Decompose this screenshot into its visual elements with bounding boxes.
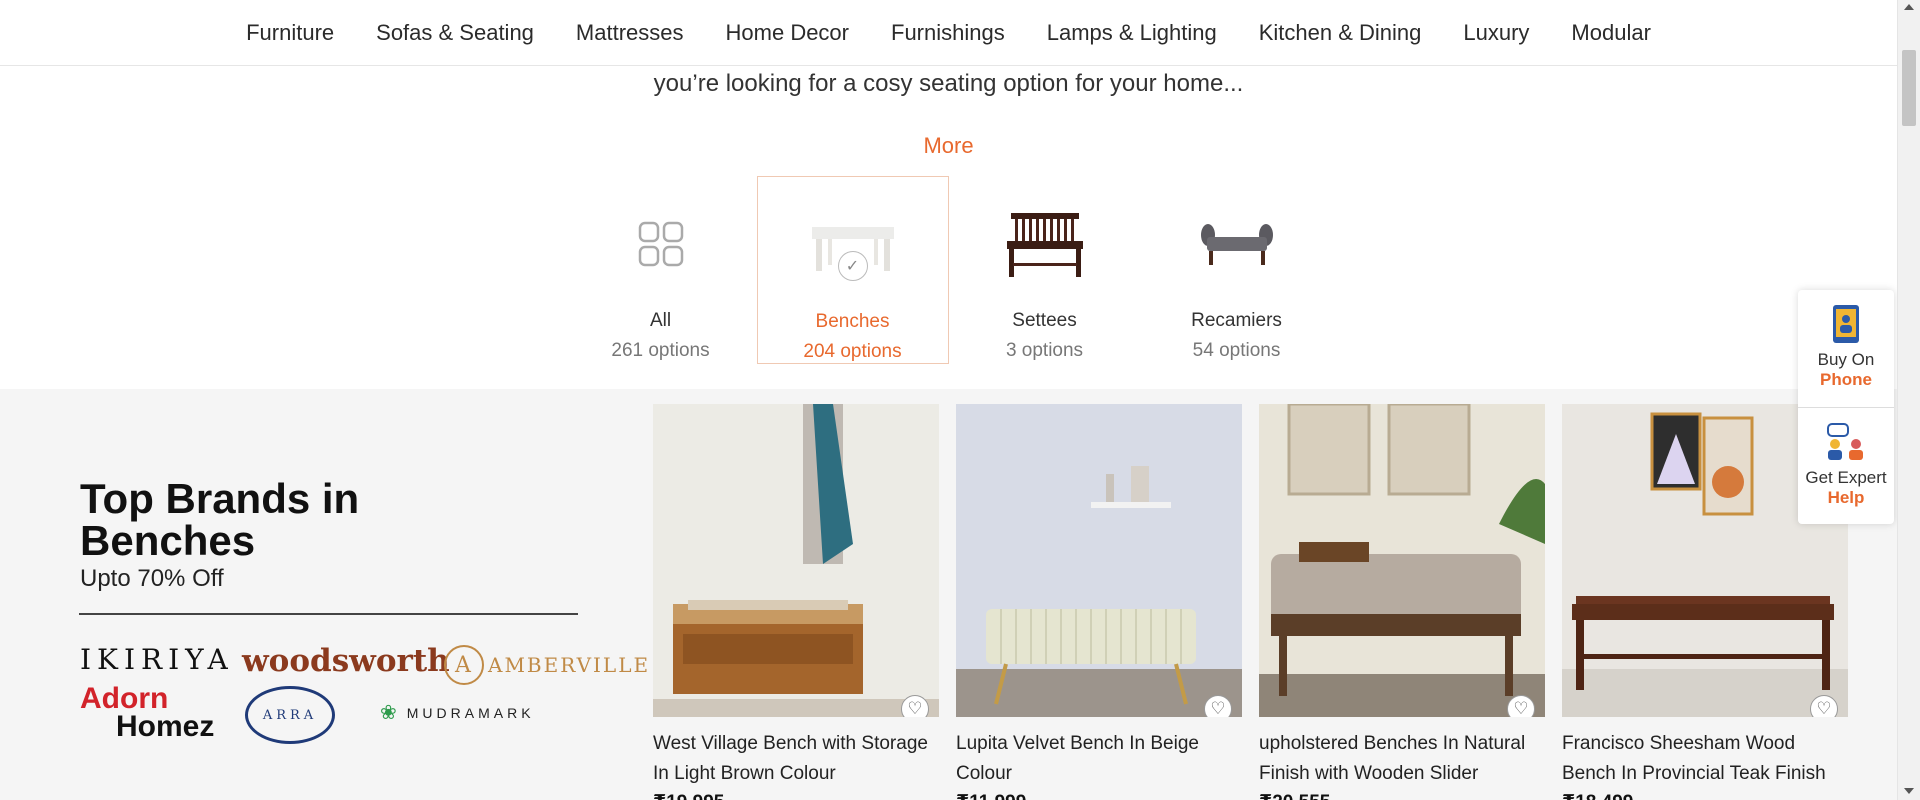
nav-item-home-decor[interactable]: Home Decor bbox=[705, 20, 870, 46]
subcategory-count: 3 options bbox=[1005, 340, 1084, 361]
wishlist-heart-icon[interactable]: ♡ bbox=[1810, 695, 1838, 717]
scroll-up-arrow-icon[interactable] bbox=[1904, 4, 1914, 10]
product-card[interactable]: ♡ West Village Bench with Storage In Lig… bbox=[653, 404, 939, 800]
brand-logo-text: Homez bbox=[116, 710, 215, 743]
selected-check-icon: ✓ bbox=[837, 251, 868, 281]
help-panel: Buy On Phone Get Expert Help bbox=[1798, 290, 1894, 524]
brand-logo-ikiriya[interactable]: IKIRIYA bbox=[80, 643, 234, 676]
subcategory-label: Benches bbox=[815, 311, 890, 332]
nav-item-mattresses[interactable]: Mattresses bbox=[555, 20, 705, 46]
nav-item-lamps-lighting[interactable]: Lamps & Lighting bbox=[1026, 20, 1238, 46]
lotus-icon: ❀ bbox=[380, 702, 401, 724]
wishlist-heart-icon[interactable]: ♡ bbox=[901, 695, 929, 717]
subcategory-all[interactable]: All 261 options bbox=[565, 176, 757, 364]
nav-item-luxury[interactable]: Luxury bbox=[1442, 20, 1550, 46]
more-link[interactable]: More bbox=[0, 133, 1897, 159]
scroll-down-arrow-icon[interactable] bbox=[1904, 788, 1914, 794]
settee-icon bbox=[995, 204, 1095, 284]
get-expert-help-button[interactable]: Get Expert Help bbox=[1798, 407, 1894, 524]
subcategory-filter: All 261 options ✓ Benches 204 options Se… bbox=[0, 176, 1897, 364]
product-title[interactable]: Lupita Velvet Bench In Beige Colour bbox=[956, 729, 1242, 789]
product-image[interactable]: ♡ bbox=[956, 404, 1242, 717]
page-scrollbar[interactable] bbox=[1897, 0, 1920, 800]
brands-subheading: Upto 70% Off bbox=[80, 565, 224, 592]
product-title[interactable]: upholstered Benches In Natural Finish wi… bbox=[1259, 729, 1545, 789]
subcategory-label: All bbox=[649, 310, 672, 331]
brand-logo-text: Adorn bbox=[80, 682, 169, 715]
subcategory-count: 204 options bbox=[803, 341, 902, 362]
category-description: you’re looking for a cosy seating option… bbox=[653, 70, 1244, 97]
product-price: ₹18,499 bbox=[1562, 791, 1848, 800]
brands-heading: Top Brands in Benches bbox=[80, 475, 360, 564]
subcategory-count: 261 options bbox=[611, 340, 710, 361]
amberville-emblem-icon: A bbox=[444, 645, 484, 685]
product-image[interactable]: ♡ bbox=[1259, 404, 1545, 717]
help-label-accent: Phone bbox=[1820, 370, 1872, 389]
top-navigation: Furniture Sofas & Seating Mattresses Hom… bbox=[0, 0, 1897, 66]
subcategory-settees[interactable]: Settees 3 options bbox=[949, 176, 1141, 364]
grid-icon bbox=[611, 204, 711, 284]
brand-logo-adorn-homez[interactable]: Adorn Homez bbox=[80, 682, 215, 743]
product-title[interactable]: West Village Bench with Storage In Light… bbox=[653, 729, 939, 789]
nav-item-sofas-seating[interactable]: Sofas & Seating bbox=[355, 20, 555, 46]
brand-logo-woodsworth[interactable]: woodsworth bbox=[242, 643, 450, 679]
subcategory-count: 54 options bbox=[1192, 340, 1281, 361]
help-label: Buy On bbox=[1817, 350, 1875, 369]
brand-logo-amberville[interactable]: A AMBERVILLE bbox=[444, 645, 650, 685]
help-label-accent: Help bbox=[1827, 488, 1865, 507]
product-card[interactable]: ♡ upholstered Benches In Natural Finish … bbox=[1259, 404, 1545, 800]
product-image[interactable]: ♡ bbox=[653, 404, 939, 717]
subcategory-label: Recamiers bbox=[1191, 310, 1282, 331]
brand-logo-text: MUDRAMARK bbox=[406, 704, 535, 721]
product-price: ₹20,555 bbox=[1259, 791, 1545, 800]
help-label: Get Expert bbox=[1805, 468, 1887, 487]
brand-logo-text: AMBERVILLE bbox=[488, 653, 651, 677]
buy-on-phone-button[interactable]: Buy On Phone bbox=[1798, 290, 1894, 407]
subcategory-label: Settees bbox=[1012, 310, 1077, 331]
nav-item-furniture[interactable]: Furniture bbox=[225, 20, 355, 46]
brand-logo-mudramark[interactable]: ❀ MUDRAMARK bbox=[380, 700, 535, 725]
product-card[interactable]: ♡ Lupita Velvet Bench In Beige Colour ₹1… bbox=[956, 404, 1242, 800]
expert-chat-icon bbox=[1827, 423, 1863, 460]
phone-icon bbox=[1833, 305, 1859, 343]
nav-item-modular[interactable]: Modular bbox=[1550, 20, 1671, 46]
scrollbar-thumb[interactable] bbox=[1902, 50, 1916, 126]
nav-item-kitchen-dining[interactable]: Kitchen & Dining bbox=[1238, 20, 1443, 46]
product-price: ₹11,999 bbox=[956, 791, 1242, 800]
recamier-icon bbox=[1187, 204, 1287, 284]
subcategory-benches[interactable]: ✓ Benches 204 options bbox=[756, 176, 949, 364]
subcategory-recamiers[interactable]: Recamiers 54 options bbox=[1141, 176, 1333, 364]
nav-item-furnishings[interactable]: Furnishings bbox=[870, 20, 1026, 46]
product-title[interactable]: Francisco Sheesham Wood Bench In Provinc… bbox=[1562, 729, 1848, 789]
wishlist-heart-icon[interactable]: ♡ bbox=[1507, 695, 1535, 717]
wishlist-heart-icon[interactable]: ♡ bbox=[1204, 695, 1232, 717]
brand-logo-arra[interactable]: ARRA bbox=[245, 686, 335, 744]
divider bbox=[79, 613, 578, 615]
product-price: ₹19,995 bbox=[653, 791, 939, 800]
bench-icon: ✓ bbox=[803, 205, 903, 285]
